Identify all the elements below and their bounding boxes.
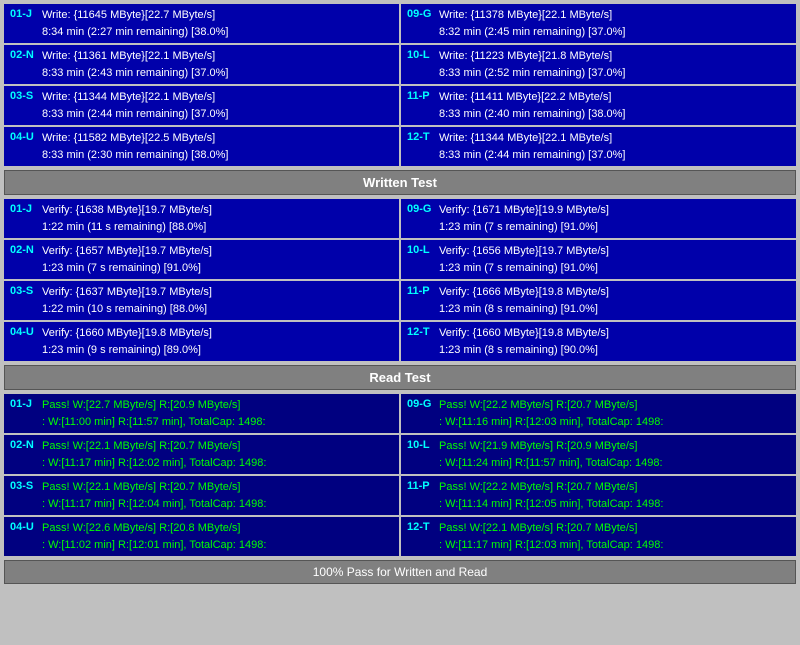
grid-cell: 04-U Pass! W:[22.6 MByte/s] R:[20.8 MByt…: [4, 517, 399, 556]
grid-cell: 04-U Write: {11582 MByte}[22.5 MByte/s]8…: [4, 127, 399, 166]
write-section: 01-J Write: {11645 MByte}[22.7 MByte/s]8…: [4, 4, 796, 166]
read-section: 01-J Pass! W:[22.7 MByte/s] R:[20.9 MByt…: [4, 394, 796, 556]
grid-cell: 01-J Verify: {1638 MByte}[19.7 MByte/s]1…: [4, 199, 399, 238]
grid-cell: 11-P Pass! W:[22.2 MByte/s] R:[20.7 MByt…: [401, 476, 796, 515]
written-test-header: Written Test: [4, 170, 796, 195]
grid-cell: 09-G Verify: {1671 MByte}[19.9 MByte/s]1…: [401, 199, 796, 238]
write-grid: 01-J Write: {11645 MByte}[22.7 MByte/s]8…: [4, 4, 796, 166]
grid-cell: 01-J Pass! W:[22.7 MByte/s] R:[20.9 MByt…: [4, 394, 399, 433]
grid-cell: 11-P Write: {11411 MByte}[22.2 MByte/s]8…: [401, 86, 796, 125]
grid-cell: 01-J Write: {11645 MByte}[22.7 MByte/s]8…: [4, 4, 399, 43]
grid-cell: 03-S Pass! W:[22.1 MByte/s] R:[20.7 MByt…: [4, 476, 399, 515]
grid-cell: 02-N Verify: {1657 MByte}[19.7 MByte/s]1…: [4, 240, 399, 279]
grid-cell: 12-T Write: {11344 MByte}[22.1 MByte/s]8…: [401, 127, 796, 166]
grid-cell: 09-G Write: {11378 MByte}[22.1 MByte/s]8…: [401, 4, 796, 43]
read-test-header: Read Test: [4, 365, 796, 390]
grid-cell: 11-P Verify: {1666 MByte}[19.8 MByte/s]1…: [401, 281, 796, 320]
grid-cell: 12-T Verify: {1660 MByte}[19.8 MByte/s]1…: [401, 322, 796, 361]
read-grid: 01-J Pass! W:[22.7 MByte/s] R:[20.9 MByt…: [4, 394, 796, 556]
grid-cell: 12-T Pass! W:[22.1 MByte/s] R:[20.7 MByt…: [401, 517, 796, 556]
footer-bar: 100% Pass for Written and Read: [4, 560, 796, 584]
grid-cell: 10-L Pass! W:[21.9 MByte/s] R:[20.9 MByt…: [401, 435, 796, 474]
grid-cell: 03-S Write: {11344 MByte}[22.1 MByte/s]8…: [4, 86, 399, 125]
grid-cell: 10-L Verify: {1656 MByte}[19.7 MByte/s]1…: [401, 240, 796, 279]
grid-cell: 09-G Pass! W:[22.2 MByte/s] R:[20.7 MByt…: [401, 394, 796, 433]
grid-cell: 02-N Write: {11361 MByte}[22.1 MByte/s]8…: [4, 45, 399, 84]
grid-cell: 03-S Verify: {1637 MByte}[19.7 MByte/s]1…: [4, 281, 399, 320]
grid-cell: 10-L Write: {11223 MByte}[21.8 MByte/s]8…: [401, 45, 796, 84]
grid-cell: 04-U Verify: {1660 MByte}[19.8 MByte/s]1…: [4, 322, 399, 361]
verify-grid: 01-J Verify: {1638 MByte}[19.7 MByte/s]1…: [4, 199, 796, 361]
main-container: 01-J Write: {11645 MByte}[22.7 MByte/s]8…: [0, 0, 800, 588]
grid-cell: 02-N Pass! W:[22.1 MByte/s] R:[20.7 MByt…: [4, 435, 399, 474]
verify-section: 01-J Verify: {1638 MByte}[19.7 MByte/s]1…: [4, 199, 796, 361]
